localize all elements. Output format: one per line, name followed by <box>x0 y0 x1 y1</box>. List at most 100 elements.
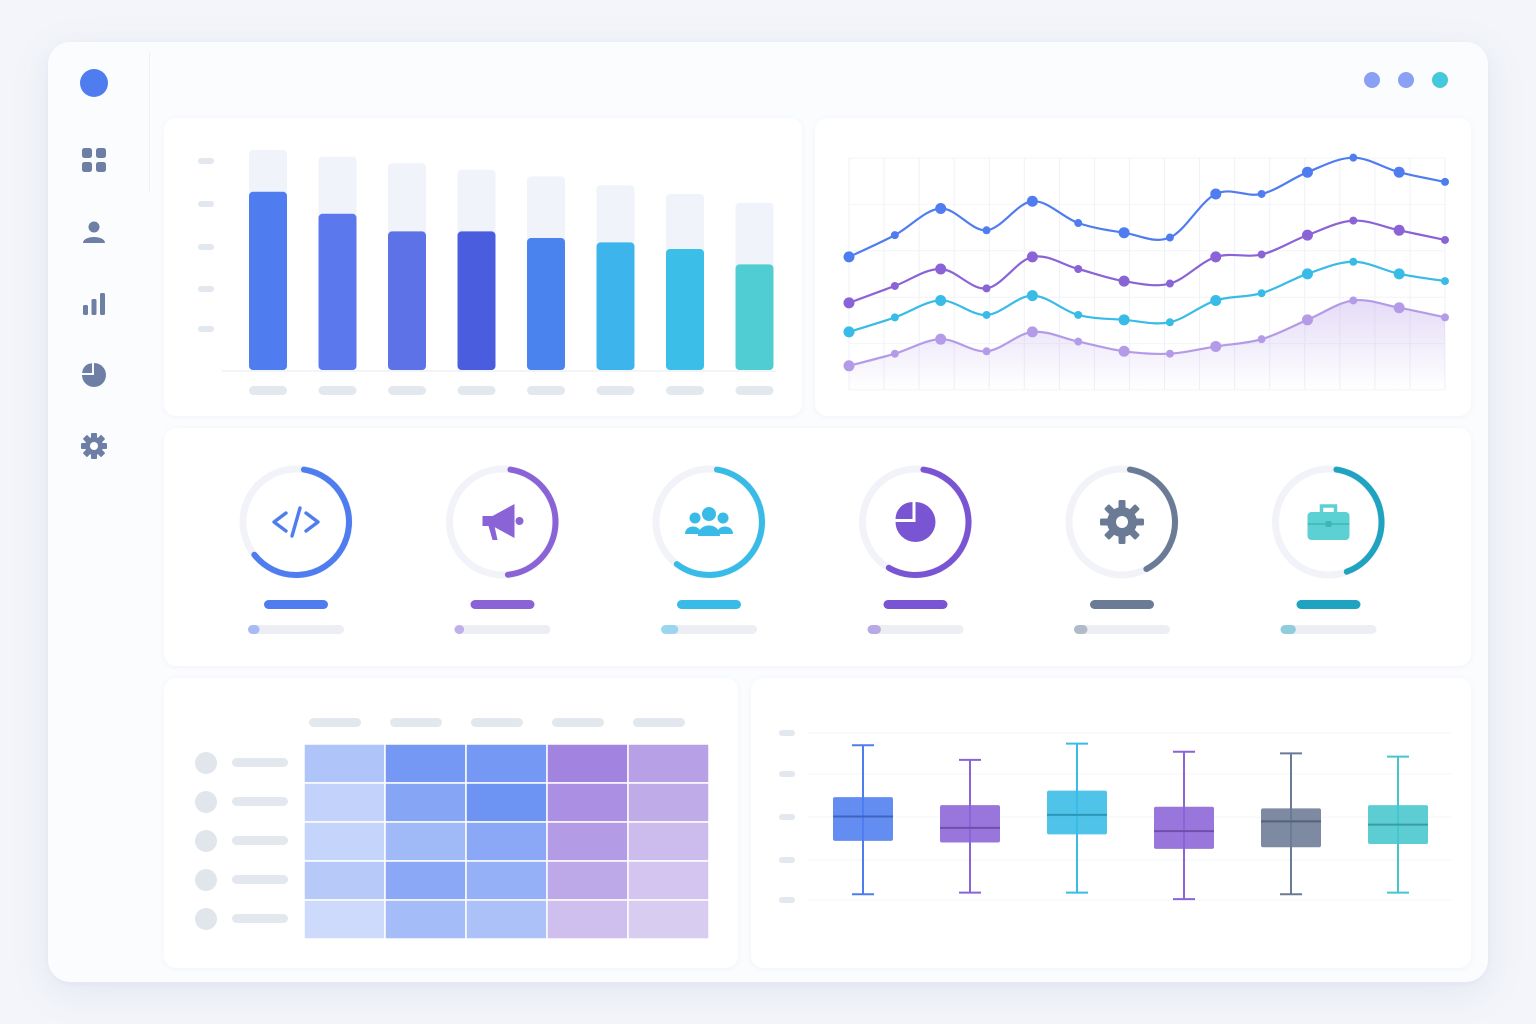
series-point[interactable] <box>1301 314 1313 326</box>
box-2[interactable] <box>940 758 1000 894</box>
sidebar-item-users[interactable] <box>76 214 112 250</box>
category-3[interactable] <box>652 465 766 634</box>
series-point[interactable] <box>982 226 991 235</box>
series-point[interactable] <box>890 281 899 290</box>
series-point[interactable] <box>1393 268 1405 280</box>
sidebar-item-dashboard[interactable] <box>76 142 112 178</box>
series-point[interactable] <box>1441 313 1449 322</box>
heatmap-cell[interactable] <box>303 860 386 901</box>
series-point[interactable] <box>935 294 947 306</box>
category-6[interactable] <box>1272 465 1385 634</box>
series-point[interactable] <box>1210 251 1222 263</box>
series-point[interactable] <box>1349 296 1358 305</box>
series-point[interactable] <box>843 326 855 338</box>
heatmap-cell[interactable] <box>303 782 386 823</box>
heatmap-cell[interactable] <box>384 782 467 823</box>
bar[interactable] <box>457 231 496 370</box>
series-point[interactable] <box>1165 279 1174 288</box>
bar[interactable] <box>318 213 357 370</box>
bar[interactable] <box>249 191 287 370</box>
series-point[interactable] <box>1026 326 1038 338</box>
heatmap-cell[interactable] <box>465 743 548 784</box>
series-point[interactable] <box>1074 219 1083 228</box>
series-point[interactable] <box>935 203 947 214</box>
series-point[interactable] <box>982 284 991 293</box>
bar[interactable] <box>388 231 426 370</box>
category-5[interactable] <box>1065 465 1179 634</box>
series-point[interactable] <box>1074 337 1083 346</box>
bar[interactable] <box>735 264 774 370</box>
series-point[interactable] <box>1393 302 1405 314</box>
series-point[interactable] <box>1257 335 1266 344</box>
series-point[interactable] <box>1026 251 1038 263</box>
heatmap-cell[interactable] <box>384 899 467 940</box>
series-point[interactable] <box>1165 318 1174 327</box>
series-point[interactable] <box>1257 189 1266 198</box>
heatmap-cell[interactable] <box>546 743 629 784</box>
heatmap-cell[interactable] <box>465 782 548 823</box>
series-point[interactable] <box>843 297 855 309</box>
heatmap-cell[interactable] <box>546 899 629 940</box>
series-point[interactable] <box>890 231 899 240</box>
series-point[interactable] <box>890 313 899 322</box>
heatmap-cell[interactable] <box>384 743 467 784</box>
box-1[interactable] <box>833 744 893 896</box>
heatmap-cell[interactable] <box>627 743 710 784</box>
heatmap-cell[interactable] <box>465 821 548 862</box>
series-point[interactable] <box>1349 257 1358 266</box>
series-point[interactable] <box>1301 166 1313 178</box>
heatmap-cell[interactable] <box>384 821 467 862</box>
series-point[interactable] <box>1026 290 1038 302</box>
heatmap-cell[interactable] <box>627 782 710 823</box>
heatmap-cell[interactable] <box>303 743 386 784</box>
heatmap-cell[interactable] <box>303 899 386 940</box>
window-dot-1[interactable] <box>1364 72 1380 88</box>
series-point[interactable] <box>1210 340 1222 352</box>
series-point[interactable] <box>935 263 947 275</box>
series-point[interactable] <box>1074 265 1083 273</box>
series-point[interactable] <box>1257 250 1266 259</box>
series-point[interactable] <box>1210 188 1222 200</box>
sidebar-item-settings[interactable] <box>76 428 112 464</box>
series-point[interactable] <box>1165 349 1174 358</box>
series-point[interactable] <box>843 251 855 263</box>
series-point[interactable] <box>1441 177 1449 186</box>
series-point[interactable] <box>1349 216 1358 225</box>
series-point[interactable] <box>1118 314 1130 326</box>
heatmap-cell[interactable] <box>465 860 548 901</box>
heatmap-cell[interactable] <box>546 821 629 862</box>
series-point[interactable] <box>1441 277 1449 286</box>
series-point[interactable] <box>1210 294 1222 306</box>
series-point[interactable] <box>935 333 947 345</box>
heatmap-cell[interactable] <box>303 821 386 862</box>
series-point[interactable] <box>1026 195 1038 207</box>
sidebar-item-reports[interactable] <box>76 357 112 393</box>
category-4[interactable] <box>859 465 972 634</box>
bar[interactable] <box>666 249 704 370</box>
series-point[interactable] <box>1301 268 1313 280</box>
window-dot-3[interactable] <box>1432 72 1448 88</box>
heatmap-cell[interactable] <box>627 860 710 901</box>
series-point[interactable] <box>1393 166 1405 178</box>
series-point[interactable] <box>1074 310 1083 319</box>
heatmap-cell[interactable] <box>627 899 710 940</box>
logo[interactable] <box>80 69 108 97</box>
series-point[interactable] <box>1441 235 1449 244</box>
series-point[interactable] <box>1118 345 1130 357</box>
heatmap-cell[interactable] <box>546 782 629 823</box>
box-6[interactable] <box>1368 755 1428 894</box>
series-point[interactable] <box>1165 233 1174 242</box>
bar[interactable] <box>596 242 635 370</box>
series-point[interactable] <box>890 349 899 358</box>
category-2[interactable] <box>446 465 559 634</box>
series-point[interactable] <box>1257 289 1266 298</box>
series-point[interactable] <box>1393 224 1405 236</box>
series-point[interactable] <box>1301 229 1313 241</box>
heatmap-cell[interactable] <box>546 860 629 901</box>
series-point[interactable] <box>982 347 991 356</box>
series-point[interactable] <box>1118 227 1130 239</box>
window-dot-2[interactable] <box>1398 72 1414 88</box>
bar[interactable] <box>527 238 565 370</box>
series-point[interactable] <box>1349 153 1358 162</box>
box-3[interactable] <box>1047 742 1107 894</box>
